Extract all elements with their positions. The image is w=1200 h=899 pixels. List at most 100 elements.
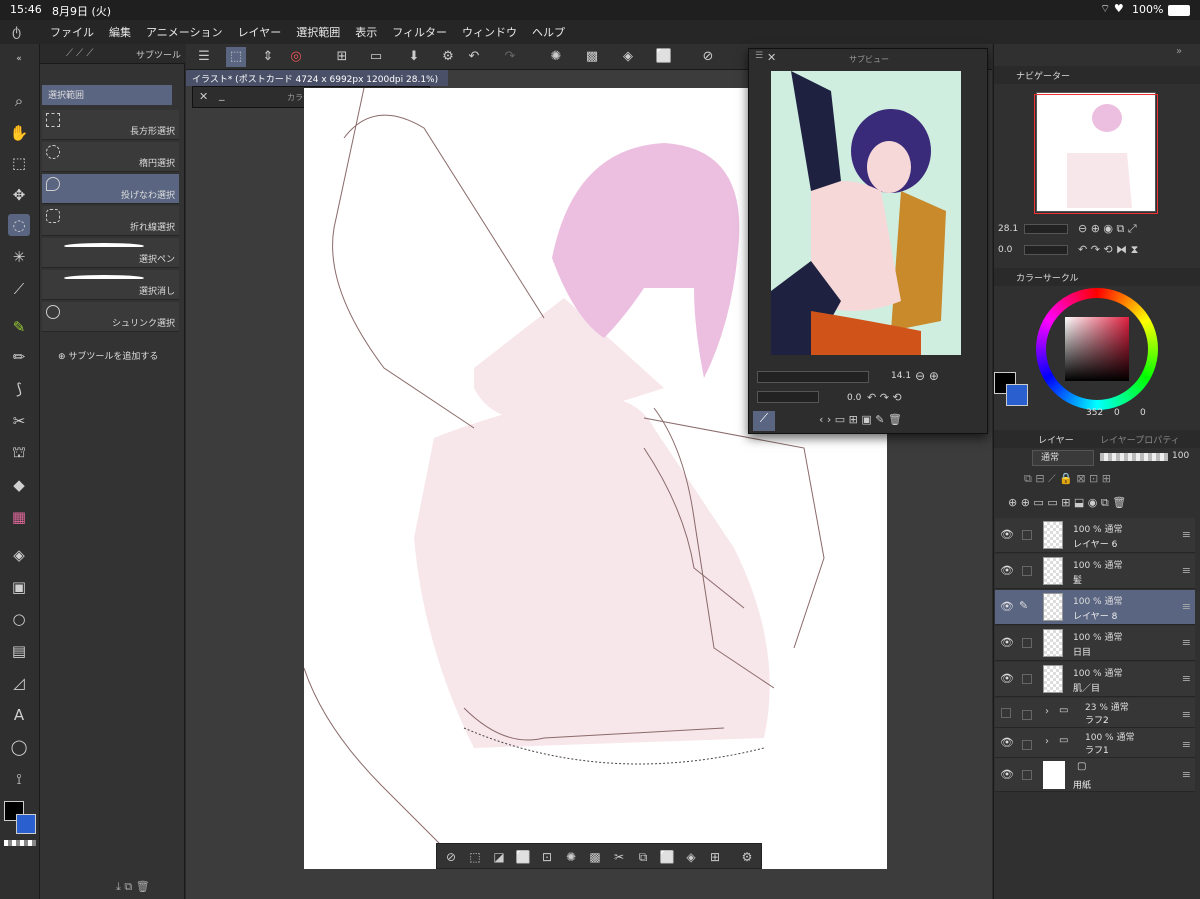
navigator-title[interactable]: ナビゲーター <box>1016 69 1070 82</box>
menu-edit[interactable]: 編集 <box>109 24 131 40</box>
sub-color-swatch[interactable] <box>16 814 36 834</box>
menu-file[interactable]: ファイル <box>50 24 94 40</box>
subtool-group-header[interactable]: 選択範囲 <box>42 85 172 105</box>
updown-icon[interactable]: ⇕ <box>258 47 278 67</box>
layer-menu-icon[interactable]: ≡ <box>1182 564 1191 577</box>
transform-icon[interactable]: ⬜ <box>654 47 674 67</box>
minimize-icon[interactable]: _ <box>219 88 225 101</box>
layer-row-paper[interactable]: 👁 ▢ 用紙 ≡ <box>995 758 1195 792</box>
layer-checkbox[interactable] <box>1022 740 1032 750</box>
subview-zoom-slider[interactable] <box>757 371 869 383</box>
redo-icon[interactable]: ↷ <box>500 47 520 67</box>
fill-icon[interactable]: ◈ <box>8 544 30 566</box>
save-icon[interactable]: ⬇ <box>404 47 424 67</box>
layer-opacity-slider[interactable] <box>1100 453 1168 461</box>
layer-row[interactable]: 👁 100 % 通常 レイヤー 6 ≡ <box>995 518 1195 553</box>
layer-menu-icon[interactable]: ≡ <box>1182 636 1191 649</box>
eye-icon[interactable]: 👁 <box>1000 564 1014 577</box>
layer-property-tab[interactable]: レイヤープロパティ <box>1100 433 1180 446</box>
move-icon[interactable]: ✥ <box>8 184 30 206</box>
pen-icon[interactable]: ✎ <box>8 316 30 338</box>
layer-menu-icon[interactable]: ≡ <box>1182 600 1191 613</box>
subview-menu-icon[interactable]: ☰ <box>755 51 763 61</box>
add-subtool-button[interactable]: ⊕ サブツールを追加する <box>58 349 158 362</box>
subview-rotate-buttons[interactable]: ↶ ↷ ⟲ <box>867 391 902 404</box>
subtool-polyline-select[interactable]: 折れ線選択 <box>42 206 179 236</box>
decoration-icon[interactable]: ✂ <box>8 410 30 432</box>
brush-icon[interactable]: ⟆ <box>8 378 30 400</box>
blend-icon[interactable]: ▦ <box>8 506 30 528</box>
subview-close-icon[interactable]: ✕ <box>767 51 776 64</box>
boundary-icon[interactable]: ✺ <box>561 847 581 867</box>
airbrush-icon[interactable]: ⛫ <box>8 442 30 464</box>
layer-row[interactable]: 👁 100 % 通常 肌／目 ≡ <box>995 662 1195 697</box>
layer-action-icons[interactable]: ⊕ ⊕ ▭ ▭ ⊞ ⬓ ◉ ⧉ 🗑 <box>1008 496 1126 510</box>
transparent-color-swatch[interactable] <box>4 840 36 846</box>
collapse-right-icon[interactable]: » <box>1176 46 1182 57</box>
hamburger-icon[interactable]: ☰ <box>194 47 214 67</box>
subtool-shrink-select[interactable]: シュリンク選択 <box>42 302 179 332</box>
layer-checkbox[interactable] <box>1022 638 1032 648</box>
lasso-tool-icon[interactable]: ◌ <box>8 214 30 236</box>
gradient-icon[interactable]: ▣ <box>8 576 30 598</box>
layer-row-selected[interactable]: 👁 ✎ 100 % 通常 レイヤー 8 ≡ <box>995 590 1195 625</box>
new-canvas-icon[interactable]: ⊞ <box>332 47 352 67</box>
close-icon[interactable]: ✕ <box>199 90 208 103</box>
menu-filter[interactable]: フィルター <box>392 24 447 40</box>
subtool-footer-icons[interactable]: ⤓ ⧉ 🗑 <box>116 880 150 894</box>
collapse-icon[interactable]: « <box>8 48 30 70</box>
menu-animation[interactable]: アニメーション <box>146 24 223 40</box>
layer-folder-row[interactable]: › ▭ 23 % 通常 ラフ2 ≡ <box>995 698 1195 728</box>
ruler-icon[interactable]: ◿ <box>8 672 30 694</box>
magic-wand-icon[interactable]: ✳ <box>8 246 30 268</box>
subtool-lasso-select[interactable]: 投げなわ選択 <box>42 174 179 204</box>
fill-icon[interactable]: ◈ <box>681 847 701 867</box>
chevron-right-icon[interactable]: › <box>1045 706 1049 717</box>
navigator-zoom-buttons[interactable]: ⊖ ⊕ ◉ ⧉ ⤢ <box>1078 222 1137 236</box>
colorcircle-title[interactable]: カラーサークル <box>1016 271 1079 284</box>
frame-icon[interactable]: ▤ <box>8 640 30 662</box>
layer-checkbox[interactable] <box>1022 530 1032 540</box>
layer-menu-icon[interactable]: ≡ <box>1182 708 1191 721</box>
expand-icon[interactable]: ⬜ <box>513 847 533 867</box>
layer-row[interactable]: 👁 100 % 通常髪 ≡ <box>995 554 1195 589</box>
layer-menu-icon[interactable]: ≡ <box>1182 528 1191 541</box>
visibility-checkbox[interactable] <box>1001 708 1011 718</box>
menu-help[interactable]: ヘルプ <box>532 24 565 40</box>
layer-menu-icon[interactable]: ≡ <box>1182 672 1191 685</box>
subtool-tab-label[interactable]: サブツール <box>136 48 181 61</box>
shrink-icon[interactable]: ⊡ <box>537 847 557 867</box>
subtool-selection-pen[interactable]: 選択ペン <box>42 238 179 268</box>
sub-color-chip[interactable] <box>1006 384 1028 406</box>
zoom-icon[interactable]: ⌕ <box>8 90 30 112</box>
subtool-rect-select[interactable]: 長方形選択 <box>42 110 179 140</box>
copy-icon[interactable]: ⧉ <box>633 847 653 867</box>
invert-icon[interactable]: ◪ <box>489 847 509 867</box>
deselect-icon[interactable]: ⊘ <box>441 847 461 867</box>
eye-icon[interactable]: 👁 <box>1000 672 1014 685</box>
object-icon[interactable]: ⬚ <box>8 152 30 174</box>
selection-icon[interactable]: ▩ <box>582 47 602 67</box>
eye-icon[interactable]: 👁 <box>1000 600 1014 613</box>
balloon-icon[interactable]: ◯ <box>8 736 30 758</box>
layer-menu-icon[interactable]: ≡ <box>1182 738 1191 751</box>
subtool-selection-eraser[interactable]: 選択消し <box>42 270 179 300</box>
correct-line-icon[interactable]: ⟟ <box>8 768 30 790</box>
undo-icon[interactable]: ↶ <box>464 47 484 67</box>
scale-icon[interactable]: ⊞ <box>705 847 725 867</box>
figure-icon[interactable]: ○ <box>8 608 30 630</box>
hand-icon[interactable]: ✋ <box>8 122 30 144</box>
cut-icon[interactable]: ✂ <box>609 847 629 867</box>
new-icon[interactable]: ⬚ <box>226 47 246 67</box>
layer-lock-icons[interactable]: ⧉ ⊟ ⟋ 🔒 ⊠ ⊡ ⊞ <box>1024 472 1111 486</box>
layer-checkbox[interactable] <box>1022 770 1032 780</box>
saturation-value-square[interactable] <box>1065 317 1129 381</box>
menu-selection[interactable]: 選択範囲 <box>296 24 340 40</box>
layer-folder-row[interactable]: 👁 › ▭ 100 % 通常 ラフ1 ≡ <box>995 728 1195 758</box>
bucket-icon[interactable]: ◈ <box>618 47 638 67</box>
navigator-rotate-buttons[interactable]: ↶ ↷ ⟲ ⧓ ⧗ <box>1078 243 1138 257</box>
eye-icon[interactable]: 👁 <box>1000 528 1014 541</box>
eraser-icon[interactable]: ◆ <box>8 474 30 496</box>
layer-checkbox[interactable] <box>1022 674 1032 684</box>
transform-icon[interactable]: ⬜ <box>657 847 677 867</box>
